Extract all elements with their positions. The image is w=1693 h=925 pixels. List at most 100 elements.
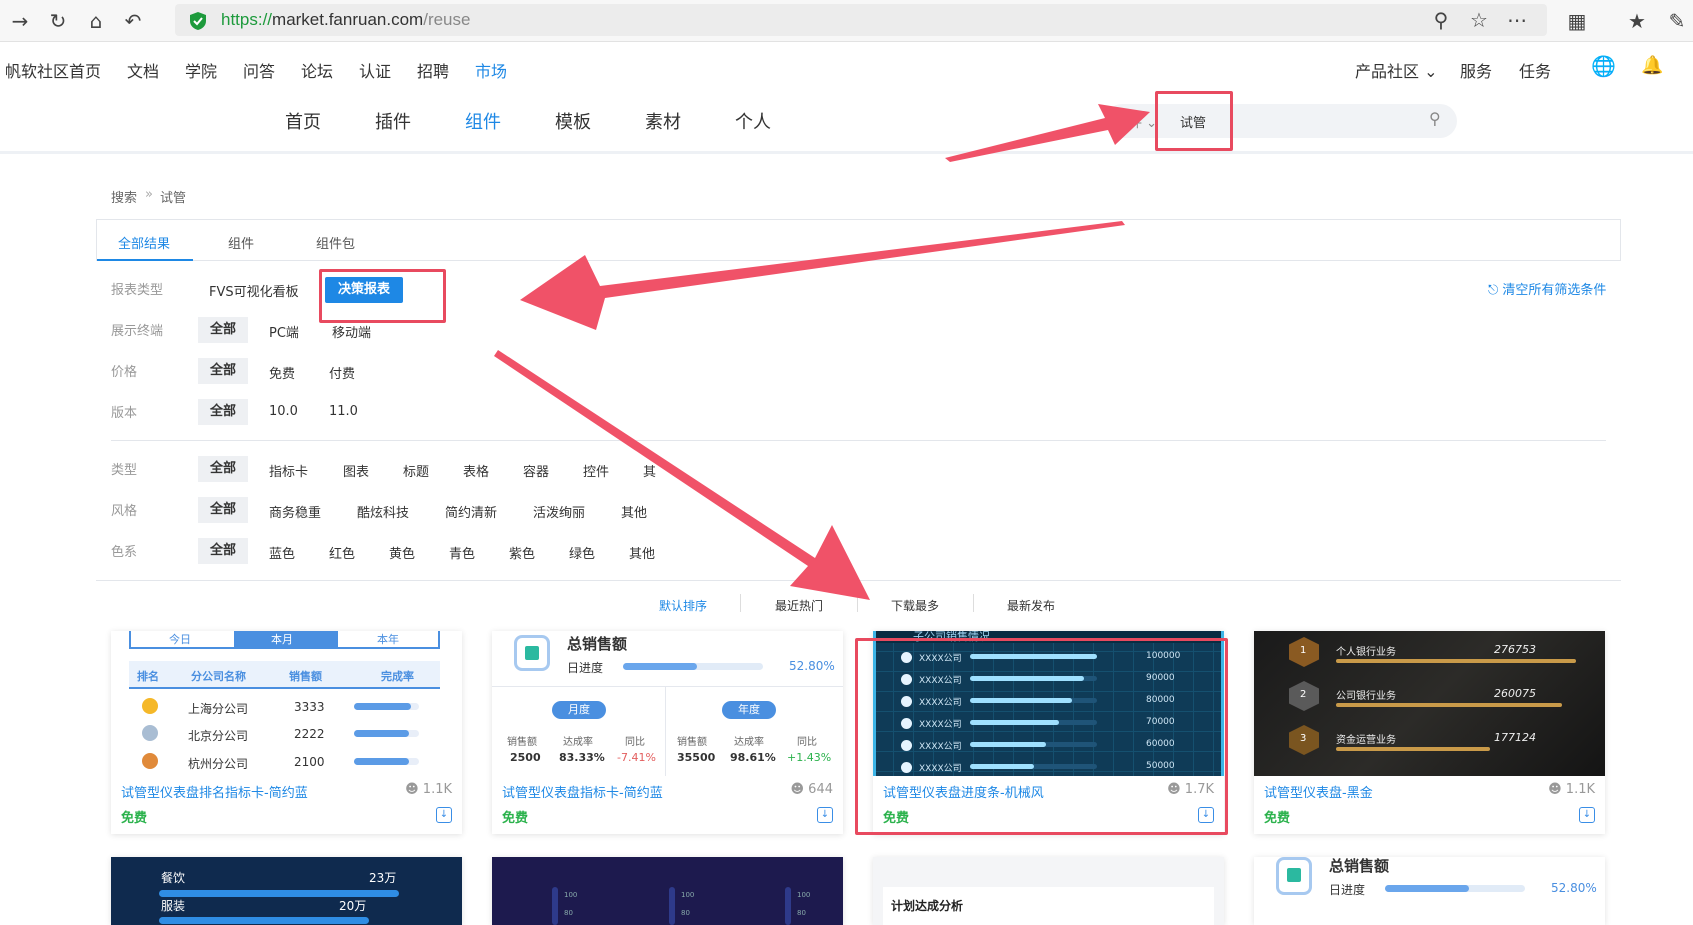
filter-color-blue[interactable]: 蓝色 [269, 543, 295, 562]
filter-color-red[interactable]: 红色 [329, 543, 355, 562]
bell-icon[interactable]: 🔔 [1641, 55, 1663, 76]
filter-type-other[interactable]: 其 [643, 461, 656, 480]
filter-style-other[interactable]: 其他 [621, 502, 647, 521]
filter-type-container[interactable]: 容器 [523, 461, 549, 480]
nav-jobs[interactable]: 招聘 [417, 58, 449, 82]
filter-type-all[interactable]: 全部 [198, 456, 248, 482]
nav-product-community[interactable]: 产品社区 ⌄ [1355, 58, 1438, 82]
filter-color-green[interactable]: 绿色 [569, 543, 595, 562]
component-card[interactable]: 今日 本月 本年 排名 分公司名称 销售额 完成率 上海分公司 3333 北京分… [111, 631, 462, 834]
nav-docs[interactable]: 文档 [127, 58, 159, 82]
tab-materials[interactable]: 素材 [645, 108, 681, 134]
thumb-tick: 100 [564, 891, 578, 899]
apps-icon[interactable]: ▦ [1565, 9, 1589, 33]
sort-most-downloads[interactable]: 下载最多 [891, 597, 939, 614]
thumb-divider [665, 687, 666, 776]
sort-newest[interactable]: 最新发布 [1007, 597, 1055, 614]
tab-templates[interactable]: 模板 [555, 108, 591, 134]
more-icon[interactable]: ⋯ [1505, 8, 1529, 32]
sort-recent-hot[interactable]: 最近热门 [775, 597, 823, 614]
filter-color-cyan[interactable]: 青色 [449, 543, 475, 562]
zoom-icon[interactable]: ⚲ [1429, 8, 1453, 32]
back-icon[interactable]: → [8, 9, 32, 33]
thumb-cell: 23万 [369, 871, 397, 885]
filter-paid[interactable]: 付费 [329, 363, 355, 382]
active-tab-indicator [97, 259, 193, 261]
component-card[interactable]: 总销售额 日进度 52.80% [1254, 857, 1605, 925]
filter-mobile[interactable]: 移动端 [332, 322, 371, 341]
component-card[interactable]: 总销售额 日进度 52.80% 月度 年度 销售额 达成率 同比 销售额 达成率… [492, 631, 843, 834]
filter-style-business[interactable]: 商务稳重 [269, 502, 321, 521]
breadcrumb-root[interactable]: 搜索 [111, 187, 137, 206]
nav-tasks[interactable]: 任务 [1519, 58, 1551, 82]
favorites-icon[interactable]: ★ [1625, 9, 1649, 33]
tab-component[interactable]: 组件 [228, 233, 254, 252]
thumb-value: 83.33% [559, 751, 605, 764]
filter-style-all[interactable]: 全部 [198, 497, 248, 523]
card-downloads: ☻ 1.1K [405, 782, 452, 797]
breadcrumb-sep: » [145, 187, 153, 202]
filter-type-chart[interactable]: 图表 [343, 461, 369, 480]
filter-terminal-all[interactable]: 全部 [198, 317, 248, 343]
nav-forum[interactable]: 论坛 [301, 58, 333, 82]
nav-cert[interactable]: 认证 [359, 58, 391, 82]
filter-color-other[interactable]: 其他 [629, 543, 655, 562]
filter-v11[interactable]: 11.0 [329, 404, 358, 419]
nav-market[interactable]: 市场 [475, 58, 507, 82]
filter-color-all[interactable]: 全部 [198, 538, 248, 564]
filter-free[interactable]: 免费 [269, 363, 295, 382]
download-icon[interactable]: ↓ [436, 807, 452, 823]
thumb-bar-fill [1336, 659, 1576, 663]
thumb-cell: 上海分公司 [188, 702, 249, 716]
undo-icon[interactable]: ↶ [121, 9, 145, 33]
thumb-rank: 2 [1300, 689, 1307, 700]
card-title[interactable]: 试管型仪表盘指标卡-简约蓝 [502, 782, 663, 801]
filter-type-control[interactable]: 控件 [583, 461, 609, 480]
thumb-bar-fill [1336, 747, 1490, 751]
filter-type-kpi[interactable]: 指标卡 [269, 461, 308, 480]
extensions-icon[interactable]: ✎ [1665, 9, 1689, 33]
search-icon[interactable]: ⚲ [1429, 109, 1441, 128]
thumb-value: 35500 [677, 751, 716, 764]
thumb-rank: 1 [1300, 645, 1307, 656]
nav-service[interactable]: 服务 [1460, 58, 1492, 82]
nav-academy[interactable]: 学院 [185, 58, 217, 82]
component-card[interactable]: 100 80 100 80 100 80 [492, 857, 843, 925]
tab-all-results[interactable]: 全部结果 [118, 233, 170, 252]
tab-components[interactable]: 组件 [465, 108, 501, 134]
address-bar[interactable]: https://market.fanruan.com/reuse ⚲ ☆ ⋯ [175, 4, 1547, 36]
filter-type-title[interactable]: 标题 [403, 461, 429, 480]
search-scope-select[interactable]: 组件 ⌄ [1116, 112, 1157, 131]
filter-color-purple[interactable]: 紫色 [509, 543, 535, 562]
filter-price-all[interactable]: 全部 [198, 358, 248, 384]
filter-version-all[interactable]: 全部 [198, 399, 248, 425]
component-card[interactable]: 餐饮 23万 服装 20万 [111, 857, 462, 925]
tab-plugins[interactable]: 插件 [375, 108, 411, 134]
card-title[interactable]: 试管型仪表盘排名指标卡-简约蓝 [121, 782, 308, 801]
component-card[interactable]: 1 个人银行业务 276753 2 公司银行业务 260075 3 资金运营业务… [1254, 631, 1605, 834]
card-title[interactable]: 试管型仪表盘-黑金 [1264, 782, 1373, 801]
component-card[interactable]: 计划达成分析 [873, 857, 1224, 925]
nav-qa[interactable]: 问答 [243, 58, 275, 82]
download-icon[interactable]: ↓ [1579, 807, 1595, 823]
filter-style-tech[interactable]: 酷炫科技 [357, 502, 409, 521]
filter-type-table[interactable]: 表格 [463, 461, 489, 480]
reload-icon[interactable]: ↻ [46, 9, 70, 33]
sort-default[interactable]: 默认排序 [659, 597, 707, 614]
filter-color-yellow[interactable]: 黄色 [389, 543, 415, 562]
nav-home[interactable]: 帆软社区首页 [5, 58, 101, 82]
filter-v10[interactable]: 10.0 [269, 404, 298, 419]
filter-style-fresh[interactable]: 简约清新 [445, 502, 497, 521]
filter-style-lively[interactable]: 活泼绚丽 [533, 502, 585, 521]
home-icon[interactable]: ⌂ [84, 9, 108, 33]
filter-pc[interactable]: PC端 [269, 322, 299, 341]
download-icon[interactable]: ↓ [817, 807, 833, 823]
tab-component-pack[interactable]: 组件包 [316, 233, 355, 252]
tab-home[interactable]: 首页 [285, 108, 321, 134]
tab-personal[interactable]: 个人 [735, 108, 771, 134]
globe-icon[interactable]: 🌐 [1591, 54, 1616, 78]
medal-icon [142, 698, 158, 714]
filter-fvs[interactable]: FVS可视化看板 [209, 281, 299, 300]
star-icon[interactable]: ☆ [1467, 8, 1491, 32]
clear-filters-link[interactable]: ⎋ 清空所有筛选条件 [1488, 279, 1606, 298]
